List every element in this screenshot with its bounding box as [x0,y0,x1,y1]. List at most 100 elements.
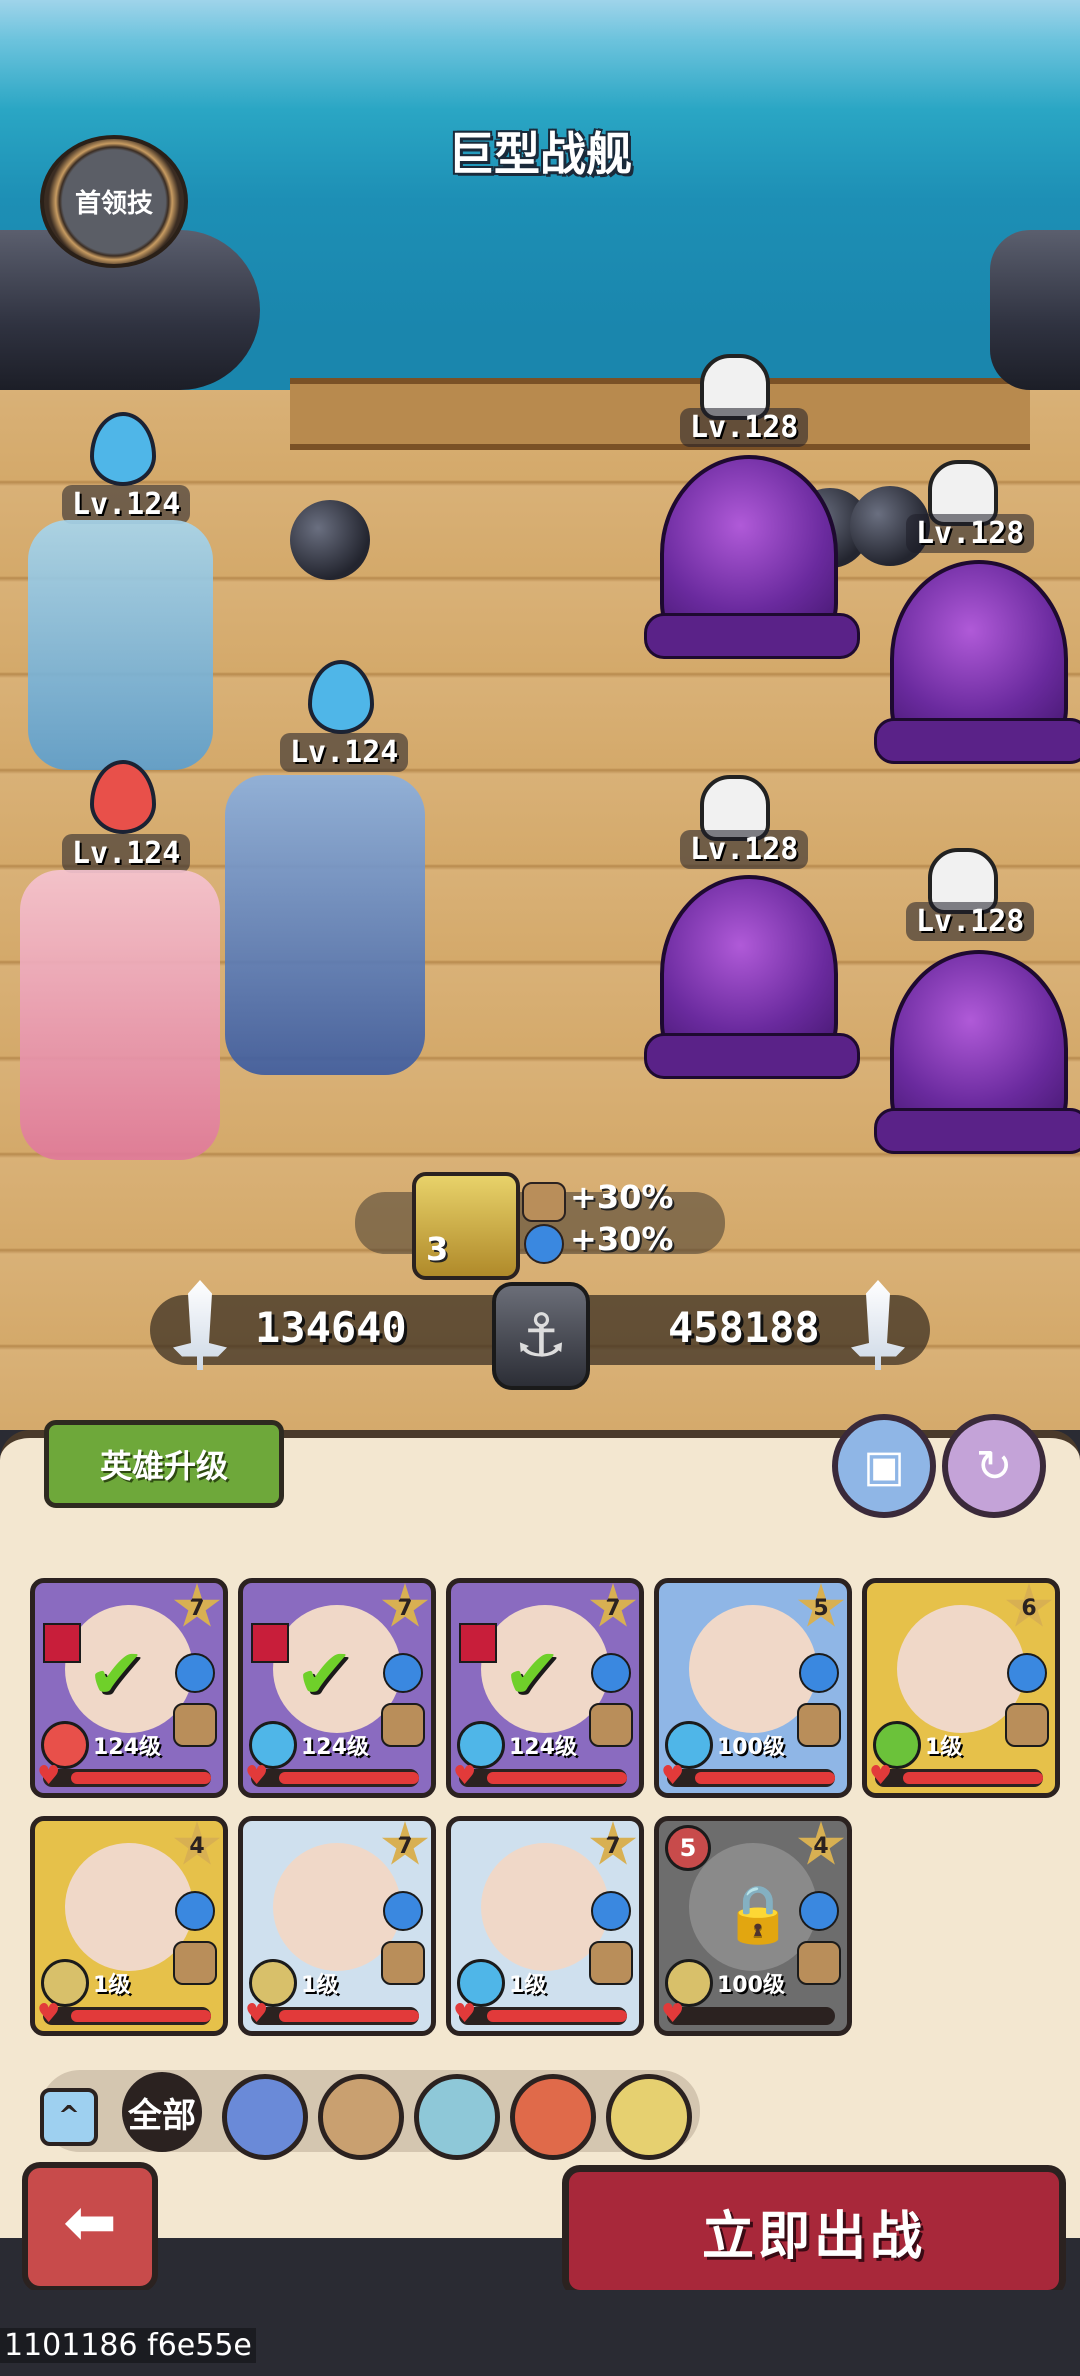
person-icon [591,1891,631,1931]
star-rank-icon: 7 [589,1821,637,1865]
star-rank-icon: 4 [173,1821,221,1865]
enemy-level: Lv.128 [906,514,1035,553]
hero-level: 1级 [509,1973,547,1998]
person-icon [175,1653,215,1693]
bonus-value: +30% [570,1178,674,1216]
refresh-icon: ↻ [975,1440,1013,1492]
enemy-level: Lv.128 [680,830,809,869]
bag-icon [589,1941,633,1985]
ally-hero-fairy[interactable] [28,520,213,770]
ally-level: Lv.124 [62,485,191,524]
ally-level: Lv.124 [280,733,409,772]
person-icon [591,1653,631,1693]
bonus-value: +30% [570,1220,674,1258]
bag-icon [1005,1703,1049,1747]
heart-icon: ♥ [37,1761,61,1791]
hero-card[interactable]: 5 100级 ♥ [654,1578,852,1798]
hp-bar [459,2007,627,2025]
bag-icon [173,1941,217,1985]
hp-bar [43,2007,211,2025]
deck-railing [290,378,1030,450]
hero-level: 124级 [301,1735,369,1760]
check-icon: ✔ [503,1633,562,1715]
person-icon [1007,1653,1047,1693]
deployed-flag-icon [251,1623,289,1663]
cannon-right [990,230,1080,390]
bag-icon [381,1703,425,1747]
filter-all-button[interactable]: 全部 [122,2072,202,2152]
deployed-flag-icon [459,1623,497,1663]
debug-code: 1101186 f6e55e [0,2328,256,2363]
anchor-icon: ⚓ [492,1282,590,1390]
star-rank-icon: 4 [797,1821,845,1865]
enemy-level: Lv.128 [680,408,809,447]
save-formation-button[interactable]: ▣ [832,1414,936,1518]
hp-bar [251,2007,419,2025]
faction-filter-icon[interactable] [510,2074,596,2160]
person-icon [175,1891,215,1931]
hero-card[interactable]: 7 ✔ 124级 ♥ [238,1578,436,1798]
hero-upgrade-button[interactable]: 英雄升级 [44,1420,284,1508]
person-icon [799,1653,839,1693]
lock-icon: 🔒 [723,1882,793,1947]
bag-icon [381,1941,425,1985]
enemy-level: Lv.128 [906,902,1035,941]
start-battle-button[interactable]: 立即出战 [562,2165,1066,2297]
faction-filter-icon[interactable] [414,2074,500,2160]
enemy-tentacle-monster[interactable] [874,950,1080,1154]
hero-card[interactable]: 4 1级 ♥ [30,1816,228,2036]
star-rank-icon: 7 [589,1583,637,1627]
hero-level: 100级 [717,1973,785,1998]
hero-card[interactable]: 7 1级 ♥ [238,1816,436,2036]
hero-card[interactable]: 7 1级 ♥ [446,1816,644,2036]
ally-hero-musician[interactable] [225,775,425,1075]
enemy-tentacle-monster[interactable] [644,455,860,659]
rank-badge: 5 [665,1825,711,1871]
ally-hero-fan-dancer[interactable] [20,870,220,1160]
heart-icon: ♥ [869,1761,893,1791]
boss-skill-button[interactable]: 首领技 [40,135,188,268]
heart-icon: ♥ [661,1999,685,2029]
back-arrow-icon: ⬅ [63,2186,117,2260]
bag-icon [173,1703,217,1747]
hp-bar [667,2007,835,2025]
heart-icon: ♥ [453,1761,477,1791]
faction-filter-icon[interactable] [222,2074,308,2160]
faction-filter-icon[interactable] [318,2074,404,2160]
faction-filter-icon[interactable] [606,2074,692,2160]
hero-card[interactable]: 7 ✔ 124级 ♥ [30,1578,228,1798]
heart-icon: ♥ [245,1999,269,2029]
hero-level: 124级 [509,1735,577,1760]
hero-card[interactable]: 7 ✔ 124级 ♥ [446,1578,644,1798]
hp-bar [875,1769,1043,1787]
person-icon [524,1224,564,1264]
expand-filter-button[interactable]: ^ [40,2088,98,2146]
check-icon: ✔ [295,1633,354,1715]
check-icon: ✔ [87,1633,146,1715]
person-icon [383,1891,423,1931]
faction-count: 3 [426,1230,449,1268]
heart-icon: ♥ [37,1999,61,2029]
heart-icon: ♥ [661,1761,685,1791]
hero-card[interactable]: 4 🔒 100级 ♥ 5 [654,1816,852,2036]
hero-card[interactable]: 6 1级 ♥ [862,1578,1060,1798]
bag-icon [522,1182,566,1222]
hp-bar [459,1769,627,1787]
save-icon: ▣ [863,1440,905,1492]
back-button[interactable]: ⬅ [22,2162,158,2292]
hero-level: 1级 [301,1973,339,1998]
heart-icon: ♥ [245,1761,269,1791]
battle-scene: 巨型战舰 首领技 Lv.124 Lv.124 Lv.124 Lv.128 Lv.… [0,0,1080,1430]
deployed-flag-icon [43,1623,81,1663]
hp-bar [251,1769,419,1787]
hero-level: 1级 [93,1973,131,1998]
bag-icon [797,1703,841,1747]
star-rank-icon: 7 [381,1583,429,1627]
enemy-tentacle-monster[interactable] [874,560,1080,764]
heart-icon: ♥ [453,1999,477,2029]
hero-level: 1级 [925,1735,963,1760]
reset-formation-button[interactable]: ↻ [942,1414,1046,1518]
enemy-tentacle-monster[interactable] [644,875,860,1079]
person-icon [383,1653,423,1693]
hero-level: 100级 [717,1735,785,1760]
